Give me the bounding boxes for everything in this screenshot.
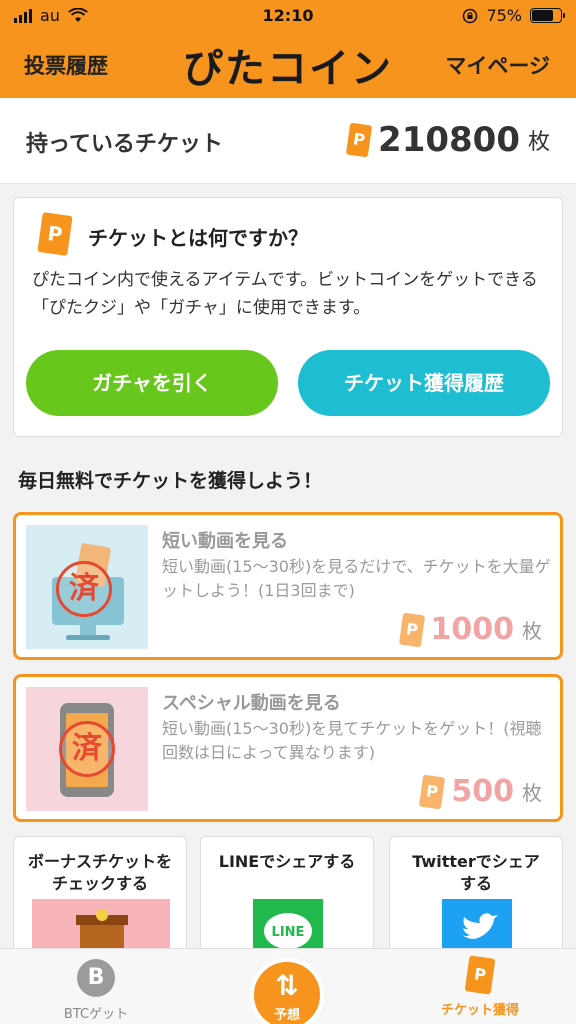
ticket-count-unit: 枚 <box>527 130 550 155</box>
ticket-history-button[interactable]: チケット獲得履歴 <box>298 350 550 416</box>
status-bar: au 12:10 75% <box>0 0 576 34</box>
my-page-link[interactable]: マイページ <box>445 50 550 80</box>
info-description: ぴたコイン内で使えるアイテムです。ビットコインをゲットできる「ぴたクジ」や「ガチ… <box>32 270 538 318</box>
battery-percent: 75% <box>486 6 522 25</box>
tab-ticket-get[interactable]: P チケット獲得 <box>430 955 530 1018</box>
card-reward: P 1000 枚 <box>398 612 542 647</box>
ticket-p-icon: P <box>464 955 496 995</box>
svg-text:LINE: LINE <box>272 925 305 940</box>
line-logo-icon: LINE <box>253 899 323 955</box>
tile-label: ボーナスチケットを チェックする <box>27 852 172 893</box>
reward-unit: 枚 <box>522 781 542 805</box>
ticket-count-value: 210800 <box>378 120 520 160</box>
reward-unit: 枚 <box>522 619 542 643</box>
bonus-ticket-tile[interactable]: ボーナスチケットを チェックする <box>13 836 187 956</box>
watch-short-video-card[interactable]: 済 短い動画を見る 短い動画(15〜30秒)を見るだけで、チケットを大量ゲットし… <box>13 512 563 660</box>
treasure-chest-image <box>32 899 170 955</box>
ticket-p-icon: P <box>37 212 73 256</box>
tile-label: LINEでシェアする <box>218 852 356 871</box>
tab-btc-get[interactable]: B BTCゲット <box>56 959 136 1022</box>
reward-value: 1000 <box>430 612 515 647</box>
ticket-p-icon: P <box>419 774 446 809</box>
ticket-p-icon: P <box>345 122 373 158</box>
owned-tickets-bar: 持っているチケット P 210800 枚 <box>0 98 576 184</box>
app-header: au 12:10 75% 投票履歴 ぴたコイン マイページ <box>0 0 576 98</box>
card-description: 短い動画(15〜30秒)を見るだけで、チケットを大量ゲットしよう！(1日3回まで… <box>162 557 551 600</box>
video-thumbnail: 済 <box>26 687 148 811</box>
reward-value: 500 <box>451 774 514 809</box>
tab-prediction[interactable]: ⇅ 予想 <box>250 958 324 1024</box>
gacha-button[interactable]: ガチャを引く <box>26 350 278 416</box>
lock-rotation-icon <box>463 8 478 23</box>
completed-stamp: 済 <box>59 721 115 777</box>
watch-special-video-card[interactable]: 済 スペシャル動画を見る 短い動画(15〜30秒)を見てチケットをゲット！(視聴… <box>13 674 563 822</box>
owned-tickets-label: 持っているチケット <box>26 132 223 157</box>
section-title: 毎日無料でチケットを獲得しよう！ <box>18 470 323 492</box>
video-thumbnail: 済 <box>26 525 148 649</box>
bitcoin-icon: B <box>77 959 115 997</box>
tab-label: チケット獲得 <box>440 1003 519 1018</box>
swap-arrows-icon: ⇅ <box>275 969 299 1002</box>
card-title: スペシャル動画を見る <box>162 693 341 714</box>
tab-label: 予想 <box>273 1008 300 1023</box>
tab-label: BTCゲット <box>63 1007 129 1022</box>
battery-icon <box>530 8 565 23</box>
twitter-bird-icon <box>442 899 512 955</box>
ticket-info-card: P チケットとは何ですか？ ぴたコイン内で使えるアイテムです。ビットコインをゲッ… <box>13 197 563 437</box>
info-title: チケットとは何ですか？ <box>88 226 308 250</box>
ticket-p-icon: P <box>398 612 425 647</box>
completed-stamp: 済 <box>56 561 112 617</box>
card-description: 短い動画(15〜30秒)を見てチケットをゲット！(視聴回数は日によって異なります… <box>162 719 542 762</box>
card-title: 短い動画を見る <box>162 531 288 552</box>
line-share-tile[interactable]: LINEでシェアする LINE <box>200 836 374 956</box>
twitter-share-tile[interactable]: Twitterでシェア する <box>389 836 563 956</box>
owned-tickets-count: P 210800 枚 <box>345 120 550 160</box>
tile-label: Twitterでシェア する <box>412 852 540 893</box>
card-reward: P 500 枚 <box>419 774 542 809</box>
